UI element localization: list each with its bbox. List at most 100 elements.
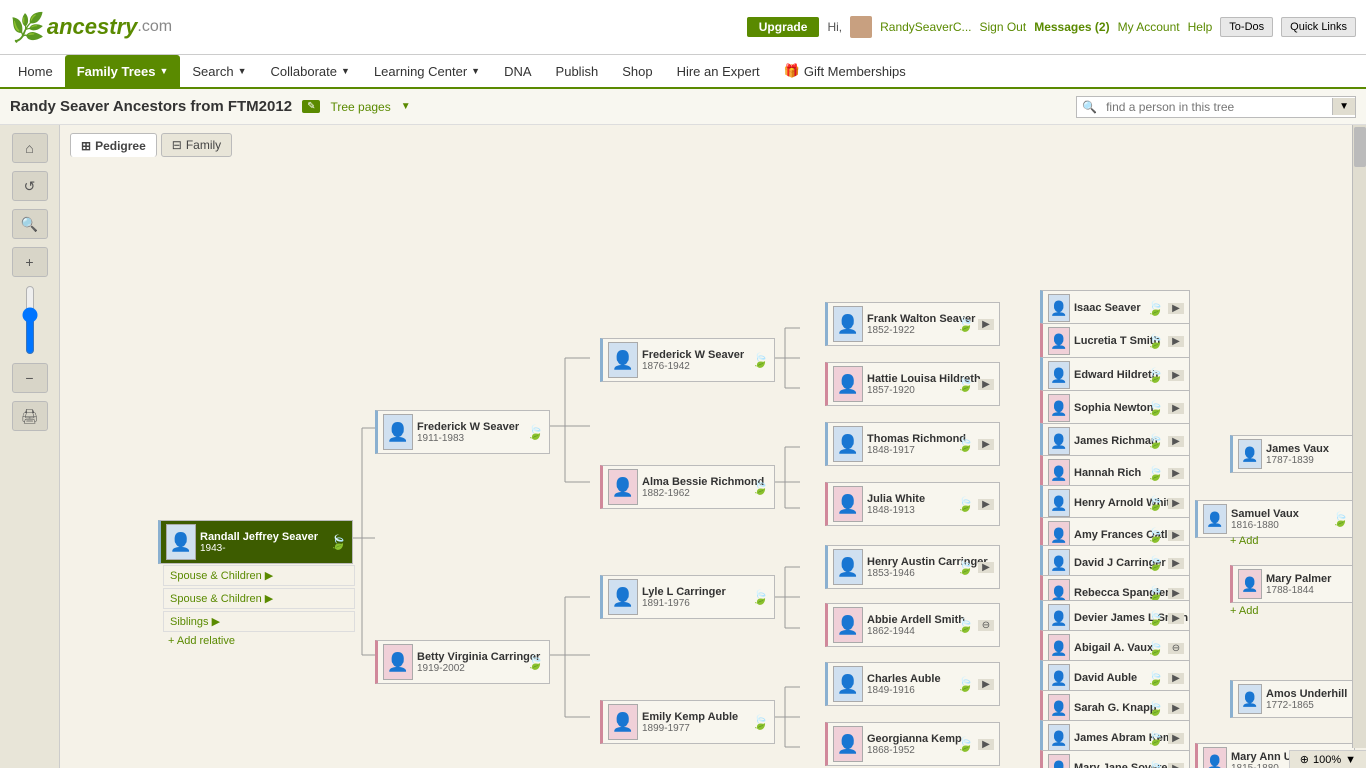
person-georgianna[interactable]: 👤 Georgianna Kemp 1868-1952 🍃 ▶ <box>825 722 1000 766</box>
expand-henry-austin[interactable]: ▶ <box>978 562 994 573</box>
messages-link[interactable]: Messages (2) <box>1034 20 1109 34</box>
person-mary-palmer[interactable]: 👤 Mary Palmer 1788-1844 🍃 <box>1230 565 1366 603</box>
person-betty[interactable]: 👤 Betty Virginia Carringer 1919-2002 🍃 <box>375 640 550 684</box>
person-edward[interactable]: 👤 Edward Hildreth 🍃 ▶ <box>1040 357 1190 393</box>
nav-family-trees[interactable]: Family Trees ▼ <box>65 55 181 87</box>
sign-out-link[interactable]: Sign Out <box>980 20 1027 34</box>
nav-shop[interactable]: Shop <box>610 55 664 87</box>
zoom-out-button[interactable]: − <box>12 363 48 393</box>
leaf-georgianna: 🍃 <box>957 736 974 753</box>
tree-area[interactable]: ⊞ Pedigree ⊟ Family <box>60 125 1366 768</box>
home-tool-button[interactable]: ⌂ <box>12 133 48 163</box>
expand-devier[interactable]: ▶ <box>1168 613 1184 624</box>
person-frederick-w2[interactable]: 👤 Frederick W Seaver 1911-1983 🍃 <box>375 410 550 454</box>
expand-abbie[interactable]: ⊖ <box>978 620 994 631</box>
expand-sarah[interactable]: ▶ <box>1168 703 1184 714</box>
search-tool-button[interactable]: 🔍 <box>12 209 48 239</box>
nav-search[interactable]: Search ▼ <box>180 55 258 87</box>
spouse-children-link-1[interactable]: Spouse & Children ▶ <box>163 565 355 586</box>
nav-home[interactable]: Home <box>6 55 65 87</box>
expand-thomas[interactable]: ▶ <box>978 439 994 450</box>
scrollbar-track[interactable] <box>1352 125 1366 748</box>
person-james-rich[interactable]: 👤 James Richman 🍃 ▶ <box>1040 423 1190 459</box>
expand-hattie[interactable]: ▶ <box>978 379 994 390</box>
expand-sophia[interactable]: ▶ <box>1168 403 1184 414</box>
nav-publish[interactable]: Publish <box>544 55 611 87</box>
expand-rebecca[interactable]: ▶ <box>1168 588 1184 599</box>
person-james-vaux[interactable]: 👤 James Vaux 1787-1839 🍃 <box>1230 435 1366 473</box>
my-account-link[interactable]: My Account <box>1118 20 1180 34</box>
quicklinks-button[interactable]: Quick Links <box>1281 17 1356 37</box>
name-amos: Amos Underhill <box>1266 688 1363 700</box>
expand-frank[interactable]: ▶ <box>978 319 994 330</box>
search-tree-dropdown[interactable]: ▼ <box>1332 98 1355 115</box>
refresh-tool-button[interactable]: ↺ <box>12 171 48 201</box>
person-charles[interactable]: 👤 Charles Auble 1849-1916 🍃 ▶ <box>825 662 1000 706</box>
person-randall[interactable]: 👤 Randall Jeffrey Seaver 1943- 🍃 <box>158 520 353 564</box>
person-fws1[interactable]: 👤 Frederick W Seaver 1876-1942 🍃 <box>600 338 775 382</box>
expand-henry-arnold[interactable]: ▶ <box>1168 498 1184 509</box>
expand-charles[interactable]: ▶ <box>978 679 994 690</box>
add-relative-link[interactable]: + Add relative <box>168 635 235 647</box>
person-hattie[interactable]: 👤 Hattie Louisa Hildreth 1857-1920 🍃 ▶ <box>825 362 1000 406</box>
expand-david-a[interactable]: ▶ <box>1168 673 1184 684</box>
leaf-david-a: 🍃 <box>1147 670 1164 687</box>
expand-isaac[interactable]: ▶ <box>1168 303 1184 314</box>
expand-abigail[interactable]: ⊖ <box>1168 643 1184 654</box>
person-henry-austin[interactable]: 👤 Henry Austin Carringer 1853-1946 🍃 ▶ <box>825 545 1000 589</box>
todos-button[interactable]: To-Dos <box>1220 17 1273 37</box>
zoom-slider[interactable] <box>22 285 38 355</box>
scrollbar-thumb[interactable] <box>1354 127 1366 167</box>
expand-georgianna[interactable]: ▶ <box>978 739 994 750</box>
name-isaac: Isaac Seaver <box>1074 302 1143 314</box>
siblings-link[interactable]: Siblings ▶ <box>163 611 355 632</box>
spouse-children-link-2[interactable]: Spouse & Children ▶ <box>163 588 355 609</box>
main-content: ⌂ ↺ 🔍 + − 🖨 ⊞ Pedigree ⊟ Family <box>0 125 1366 768</box>
person-amos[interactable]: 👤 Amos Underhill 1772-1865 🍃 <box>1230 680 1366 718</box>
person-sophia[interactable]: 👤 Sophia Newton 🍃 ▶ <box>1040 390 1190 426</box>
tree-edit-icon[interactable]: ✎ <box>302 100 320 113</box>
expand-james-k[interactable]: ▶ <box>1168 733 1184 744</box>
person-lucretia[interactable]: 👤 Lucretia T Smith 🍃 ▶ <box>1040 323 1190 359</box>
person-henry-arnold[interactable]: 👤 Henry Arnold White 🍃 ▶ <box>1040 485 1190 521</box>
person-samuel-vaux[interactable]: 👤 Samuel Vaux 1816-1880 🍃 <box>1195 500 1355 538</box>
search-tree-input[interactable] <box>1102 97 1332 117</box>
avatar-charles: 👤 <box>833 666 863 702</box>
nav-gift[interactable]: 🎁 Gift Memberships <box>772 55 918 87</box>
person-emily[interactable]: 👤 Emily Kemp Auble 1899-1977 🍃 <box>600 700 775 744</box>
avatar-mary-jane: 👤 <box>1048 754 1070 768</box>
add-vaux-parent-1[interactable]: + Add <box>1230 535 1258 547</box>
upgrade-button[interactable]: Upgrade <box>747 17 820 37</box>
nav-hire-expert[interactable]: Hire an Expert <box>665 55 772 87</box>
expand-hannah-rich[interactable]: ▶ <box>1168 468 1184 479</box>
tab-pedigree[interactable]: ⊞ Pedigree <box>70 133 157 157</box>
expand-julia[interactable]: ▶ <box>978 499 994 510</box>
nav-collaborate[interactable]: Collaborate ▼ <box>259 55 362 87</box>
tree-pages-link[interactable]: Tree pages <box>330 100 390 114</box>
person-alma[interactable]: 👤 Alma Bessie Richmond 1882-1962 🍃 <box>600 465 775 509</box>
leaf-samuel-vaux: 🍃 <box>1332 511 1349 528</box>
leaf-rebecca: 🍃 <box>1147 585 1164 602</box>
person-isaac[interactable]: 👤 Isaac Seaver 🍃 ▶ <box>1040 290 1190 326</box>
help-link[interactable]: Help <box>1188 20 1213 34</box>
expand-james-rich[interactable]: ▶ <box>1168 436 1184 447</box>
person-lyle[interactable]: 👤 Lyle L Carringer 1891-1976 🍃 <box>600 575 775 619</box>
person-thomas[interactable]: 👤 Thomas Richmond 1848-1917 🍃 ▶ <box>825 422 1000 466</box>
person-frank[interactable]: 👤 Frank Walton Seaver 1852-1922 🍃 ▶ <box>825 302 1000 346</box>
person-julia[interactable]: 👤 Julia White 1848-1913 🍃 ▶ <box>825 482 1000 526</box>
person-mary-jane[interactable]: 👤 Mary Jane Sovereen 🍃 ▶ <box>1040 750 1190 768</box>
expand-david-c[interactable]: ▶ <box>1168 558 1184 569</box>
expand-mary-jane[interactable]: ▶ <box>1168 763 1184 768</box>
username-link[interactable]: RandySeaverC... <box>880 20 971 34</box>
expand-edward[interactable]: ▶ <box>1168 370 1184 381</box>
tab-family[interactable]: ⊟ Family <box>161 133 232 157</box>
zoom-in-button[interactable]: + <box>12 247 48 277</box>
expand-amy[interactable]: ▶ <box>1168 530 1184 541</box>
person-abbie[interactable]: 👤 Abbie Ardell Smith 1862-1944 🍃 ⊖ <box>825 603 1000 647</box>
nav-dna[interactable]: DNA <box>492 55 543 87</box>
print-button[interactable]: 🖨 <box>12 401 48 431</box>
search-arrow: ▼ <box>238 66 247 76</box>
add-vaux-parent-2[interactable]: + Add <box>1230 605 1258 617</box>
expand-lucretia[interactable]: ▶ <box>1168 336 1184 347</box>
nav-learning-center[interactable]: Learning Center ▼ <box>362 55 492 87</box>
